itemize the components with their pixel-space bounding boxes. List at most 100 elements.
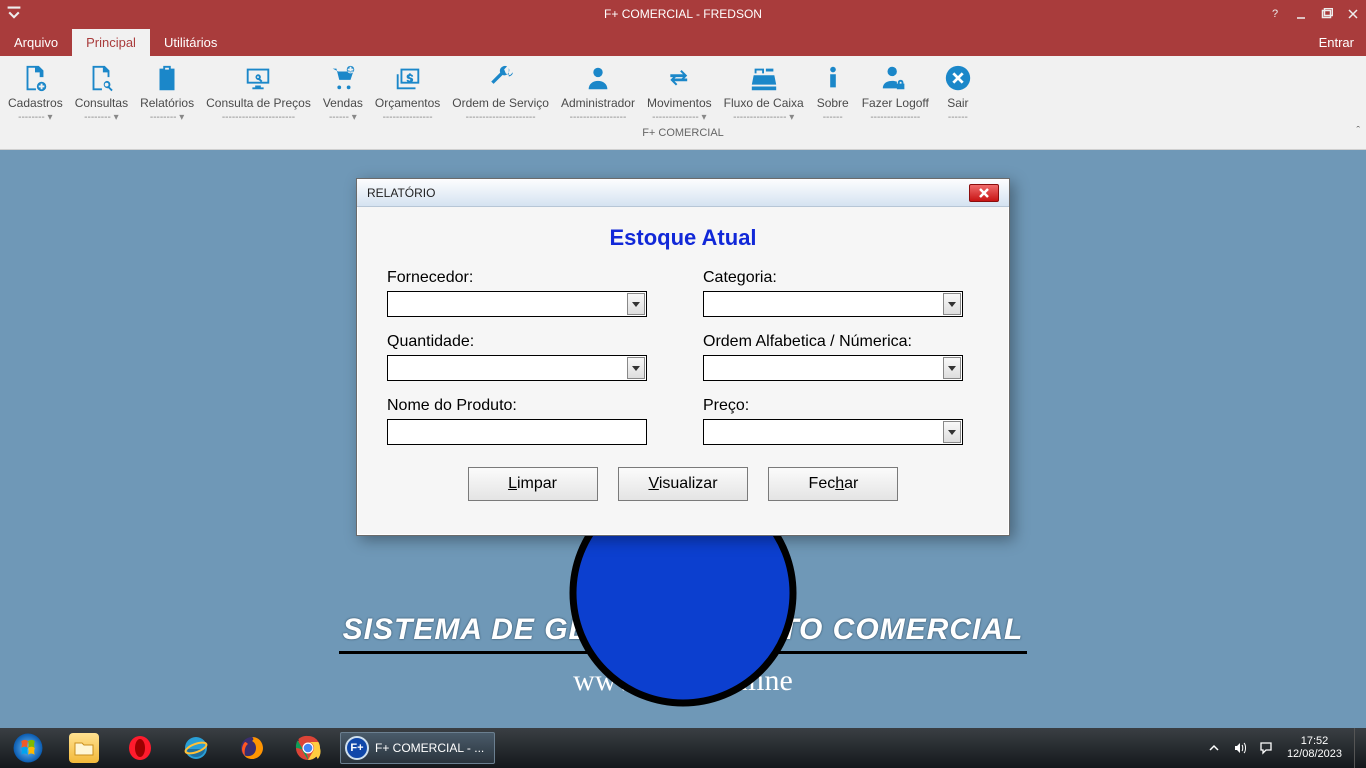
ribbon-administrador[interactable]: Administrador	[555, 60, 641, 125]
chevron-down-icon[interactable]	[943, 357, 961, 379]
tray-expand-icon[interactable]	[1204, 738, 1224, 758]
ribbon-label: Sobre	[817, 96, 849, 110]
taskbar-clock[interactable]: 17:52 12/08/2023	[1287, 735, 1342, 761]
chevron-down-icon[interactable]	[627, 357, 645, 379]
ribbon-fluxo-caixa[interactable]: Fluxo de Caixa	[718, 60, 810, 125]
field-nome-produto: Nome do Produto:	[387, 397, 663, 445]
field-preco: Preço:	[703, 397, 979, 445]
btn-text: ar	[844, 475, 858, 492]
menu-tabs: Arquivo Principal Utilitários Entrar	[0, 28, 1366, 56]
ribbon-vendas[interactable]: Vendas	[317, 60, 369, 125]
separator-icon	[823, 112, 843, 123]
maximize-icon[interactable]	[1314, 4, 1340, 24]
ribbon-logoff[interactable]: Fazer Logoff	[856, 60, 935, 125]
ribbon-sobre[interactable]: Sobre	[810, 60, 856, 125]
combo-categoria[interactable]	[703, 291, 963, 317]
system-tray: 17:52 12/08/2023	[1201, 728, 1366, 768]
text-nome-produto[interactable]	[387, 419, 647, 445]
combo-ordem[interactable]	[703, 355, 963, 381]
input-fornecedor[interactable]	[388, 292, 626, 316]
ribbon-label: Fluxo de Caixa	[724, 96, 804, 110]
ribbon-label: Administrador	[561, 96, 635, 110]
wrench-icon	[484, 62, 518, 94]
ribbon-collapse-icon[interactable]: ˆ	[1356, 125, 1360, 137]
ribbon-cadastros[interactable]: Cadastros	[2, 60, 69, 125]
ie-icon[interactable]	[168, 728, 224, 768]
chevron-down-icon[interactable]	[627, 293, 645, 315]
visualizar-button[interactable]: Visualizar	[618, 467, 748, 501]
tab-utilitarios[interactable]: Utilitários	[150, 29, 231, 56]
taskbar-running-app[interactable]: F+ F+ COMERCIAL - ...	[340, 732, 495, 764]
qat-dropdown-icon[interactable]	[6, 7, 22, 21]
label-quantidade: Quantidade:	[387, 333, 663, 351]
input-nome-produto[interactable]	[388, 420, 646, 444]
money-icon	[391, 62, 425, 94]
btn-text: isualizar	[659, 475, 718, 492]
combo-quantidade[interactable]	[387, 355, 647, 381]
help-icon[interactable]: ?	[1262, 4, 1288, 24]
clock-time: 17:52	[1287, 735, 1342, 748]
ribbon-movimentos[interactable]: Movimentos	[641, 60, 718, 125]
start-button[interactable]	[0, 728, 56, 768]
ribbon-label: Fazer Logoff	[862, 96, 929, 110]
tab-principal[interactable]: Principal	[72, 29, 150, 56]
input-preco[interactable]	[704, 420, 942, 444]
user-admin-icon	[581, 62, 615, 94]
minimize-icon[interactable]	[1288, 4, 1314, 24]
input-categoria[interactable]	[704, 292, 942, 316]
report-dialog: RELATÓRIO Estoque Atual Fornecedor: Cate…	[356, 178, 1010, 536]
app-titlebar: F+ COMERCIAL - FREDSON ?	[0, 0, 1366, 28]
ribbon-ordem-servico[interactable]: Ordem de Serviço	[446, 60, 555, 125]
dropdown-indicator-icon	[84, 112, 118, 123]
btn-text: Fec	[809, 475, 836, 492]
ribbon-label: Relatórios	[140, 96, 194, 110]
tab-entrar[interactable]: Entrar	[1307, 29, 1366, 56]
opera-icon[interactable]	[112, 728, 168, 768]
cart-icon	[326, 62, 360, 94]
ribbon-orcamentos[interactable]: Orçamentos	[369, 60, 446, 125]
dropdown-indicator-icon	[733, 112, 794, 123]
ribbon-label: Ordem de Serviço	[452, 96, 549, 110]
app-title: F+ COMERCIAL - FREDSON	[0, 7, 1366, 21]
explorer-icon[interactable]	[56, 728, 112, 768]
show-desktop-button[interactable]	[1354, 728, 1364, 768]
ribbon-consulta-precos[interactable]: Consulta de Preços	[200, 60, 317, 125]
clock-date: 12/08/2023	[1287, 748, 1342, 761]
ribbon-label: Consultas	[75, 96, 128, 110]
close-icon[interactable]	[1340, 4, 1366, 24]
file-plus-icon	[18, 62, 52, 94]
app-badge-icon: F+	[345, 736, 369, 760]
close-circle-icon	[941, 62, 975, 94]
field-categoria: Categoria:	[703, 269, 979, 317]
monitor-search-icon	[241, 62, 275, 94]
input-ordem[interactable]	[704, 356, 942, 380]
chevron-down-icon[interactable]	[943, 421, 961, 443]
volume-icon[interactable]	[1230, 738, 1250, 758]
tab-arquivo[interactable]: Arquivo	[0, 29, 72, 56]
separator-icon	[466, 112, 536, 123]
running-label: F+ COMERCIAL - ...	[375, 741, 484, 755]
separator-icon	[383, 112, 433, 123]
dialog-title: RELATÓRIO	[367, 186, 435, 200]
ribbon-consultas[interactable]: Consultas	[69, 60, 134, 125]
dialog-close-button[interactable]	[969, 184, 999, 202]
firefox-icon[interactable]	[224, 728, 280, 768]
field-quantidade: Quantidade:	[387, 333, 663, 381]
chrome-icon[interactable]	[280, 728, 336, 768]
combo-preco[interactable]	[703, 419, 963, 445]
exchange-icon	[662, 62, 696, 94]
action-center-icon[interactable]	[1256, 738, 1276, 758]
dropdown-indicator-icon	[150, 112, 184, 123]
input-quantidade[interactable]	[388, 356, 626, 380]
ribbon-label: Movimentos	[647, 96, 712, 110]
fechar-button[interactable]: Fechar	[768, 467, 898, 501]
ribbon-label: Sair	[947, 96, 968, 110]
dropdown-indicator-icon	[652, 112, 706, 123]
chevron-down-icon[interactable]	[943, 293, 961, 315]
info-icon	[816, 62, 850, 94]
ribbon-sair[interactable]: Sair	[935, 60, 981, 125]
ribbon-relatorios[interactable]: Relatórios	[134, 60, 200, 125]
separator-icon	[948, 112, 968, 123]
limpar-button[interactable]: Limpar	[468, 467, 598, 501]
combo-fornecedor[interactable]	[387, 291, 647, 317]
